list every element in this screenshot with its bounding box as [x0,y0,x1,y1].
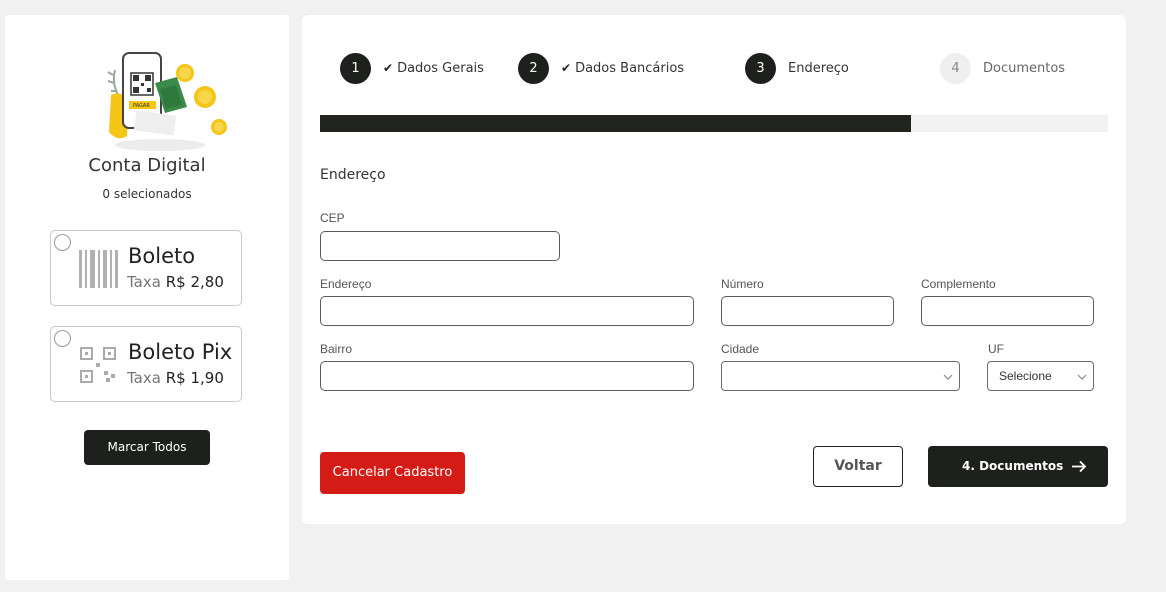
uf-label: UF [988,342,1004,356]
step-documentos: 4 Documentos [940,52,1066,84]
phone-qr-payment-illustration: PAGAR [107,52,227,151]
step-label: Dados Gerais [397,60,484,76]
endereco-input[interactable] [320,296,694,326]
product-radio[interactable] [54,234,71,251]
step-dados-bancarios: 2 ✔ Dados Bancários [518,52,685,84]
barcode-icon [79,250,118,288]
sidebar: PAGAR Conta Digital 0 selecionados Bolet… [5,15,289,580]
cancel-registration-button[interactable]: Cancelar Cadastro [320,452,465,494]
step-number: 2 [518,52,549,84]
complemento-input[interactable] [921,296,1094,326]
step-dados-gerais: 1 ✔ Dados Gerais [340,52,484,84]
chevron-down-icon [943,374,953,380]
complemento-label: Complemento [921,277,996,291]
back-button[interactable]: Voltar [813,446,903,487]
bairro-label: Bairro [320,342,353,356]
cep-label: CEP [320,211,345,225]
step-number: 4 [940,52,971,84]
arrow-right-icon [1072,460,1087,473]
main-panel: 1 ✔ Dados Gerais 2 ✔ Dados Bancários 3 E… [302,15,1126,524]
step-number: 1 [340,52,371,84]
product-fee: Taxa R$ 1,90 [127,369,224,387]
step-label: Dados Bancários [575,60,685,76]
bairro-input[interactable] [320,361,694,391]
step-label: Documentos [983,60,1066,76]
progress-fill [320,115,911,132]
endereco-label: Endereço [320,277,372,291]
cep-input[interactable] [320,231,560,261]
step-endereco: 3 Endereço [745,52,849,84]
qr-code-icon [80,347,116,383]
product-name: Boleto [128,244,196,268]
sidebar-title: Conta Digital [88,155,206,176]
progress-bar [320,115,1108,132]
uf-select[interactable]: Selecione [987,361,1094,391]
check-icon: ✔ [561,61,572,75]
next-step-button[interactable]: 4. Documentos [928,446,1108,487]
cidade-select[interactable] [721,361,960,391]
uf-value: Selecione [999,369,1052,383]
product-card-boleto[interactable]: Boleto Taxa R$ 2,80 [50,230,242,306]
product-fee: Taxa R$ 2,80 [127,273,224,291]
product-radio[interactable] [54,330,71,347]
step-number: 3 [745,52,776,84]
check-icon: ✔ [383,61,394,75]
product-name: Boleto Pix [128,340,233,364]
step-label: Endereço [788,60,849,76]
section-title: Endereço [320,167,386,183]
product-card-boleto-pix[interactable]: Boleto Pix Taxa R$ 1,90 [50,326,242,402]
numero-input[interactable] [721,296,894,326]
selected-count: 0 selecionados [102,187,192,201]
next-step-label: 4. Documentos [962,459,1064,473]
chevron-down-icon [1077,374,1087,380]
cidade-label: Cidade [721,342,760,356]
numero-label: Número [721,277,764,291]
select-all-button[interactable]: Marcar Todos [84,430,210,465]
hero-badge-text: PAGAR [133,103,150,109]
